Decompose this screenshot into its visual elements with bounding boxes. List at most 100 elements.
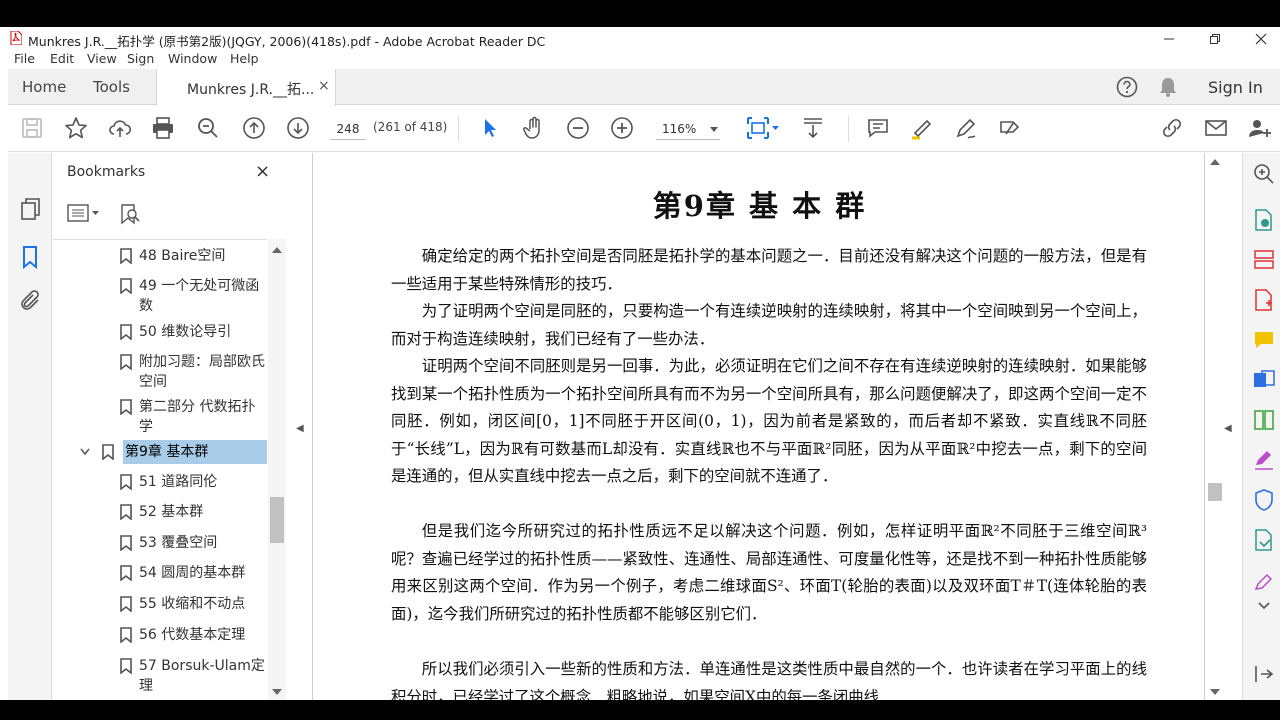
bookmark-flag-icon <box>102 444 114 460</box>
comment-icon[interactable] <box>866 116 890 140</box>
sign-in-button[interactable]: Sign In <box>1208 78 1263 97</box>
fill-sign-icon[interactable] <box>998 116 1022 140</box>
save-icon[interactable] <box>20 116 44 140</box>
bookmark-options-icon[interactable] <box>67 203 101 223</box>
toolbar: 248 (261 of 418) 116% <box>8 106 1280 152</box>
window-title: Munkres J.R.__拓扑学 (原书第2版)(JQGY, 2006)(41… <box>28 34 546 49</box>
chevron-down-icon[interactable] <box>1253 601 1275 611</box>
zoom-level-select[interactable]: 116% <box>656 118 720 140</box>
bookmark-flag-icon <box>120 474 132 490</box>
email-icon[interactable] <box>1204 116 1228 140</box>
scroll-up-icon[interactable] <box>1210 159 1220 165</box>
page-thumbnails-icon[interactable] <box>18 197 42 221</box>
page-number-input[interactable]: 248 <box>330 118 366 140</box>
bookmark-flag-icon <box>120 248 132 264</box>
pdf-page: 第9章 基 本 群 确定给定的两个拓扑空间是否同胚是拓扑学的基本问题之一．目前还… <box>312 153 1205 700</box>
bookmark-label: 附加习题：局部欧氏空间 <box>139 354 265 390</box>
restore-button[interactable] <box>1192 27 1238 50</box>
scrollbar-thumb[interactable] <box>1208 483 1222 501</box>
collapse-tools-icon[interactable] <box>1253 663 1275 685</box>
scroll-down-icon[interactable] <box>272 689 282 695</box>
left-navigation-rail <box>8 153 52 700</box>
bookmark-flag-icon <box>120 399 132 415</box>
menu-window[interactable]: Window <box>168 51 217 66</box>
minimize-button[interactable] <box>1146 27 1192 50</box>
bookmark-flag-icon <box>120 324 132 340</box>
previous-page-icon[interactable] <box>242 116 266 140</box>
chapter-title: 第9章 基 本 群 <box>652 189 867 223</box>
organize-pages-icon[interactable] <box>1253 249 1275 271</box>
bookmark-flag-icon <box>120 627 132 643</box>
document-scrollbar[interactable] <box>1206 153 1224 700</box>
bookmark-label: 48 Baire空间 <box>139 248 226 264</box>
export-pdf-icon[interactable] <box>1253 209 1275 231</box>
tab-bar: Home Tools Munkres J.R.__拓... × Sign In <box>8 69 1280 106</box>
print-icon[interactable] <box>151 116 175 140</box>
chevron-down-icon[interactable] <box>80 448 90 456</box>
bookmark-label: 57 Borsuk-Ulam定理 <box>139 658 265 694</box>
menu-edit[interactable]: Edit <box>50 51 74 66</box>
add-user-icon[interactable] <box>1248 116 1272 140</box>
fill-sign-tool-icon[interactable] <box>1253 449 1275 471</box>
select-cursor-icon[interactable] <box>478 116 502 140</box>
collapse-left-panel-icon[interactable]: ◀ <box>296 423 304 434</box>
share-link-icon[interactable] <box>1160 116 1184 140</box>
tab-document[interactable]: Munkres J.R.__拓... × <box>156 69 336 106</box>
scrollbar-thumb[interactable] <box>270 497 284 543</box>
combine-files-icon[interactable] <box>1253 369 1275 391</box>
protect-shield-icon[interactable] <box>1253 489 1275 511</box>
toolbar-divider <box>458 116 459 142</box>
hand-tool-icon[interactable] <box>522 116 546 140</box>
bookmarks-panel-icon[interactable] <box>18 245 42 269</box>
bookmark-label: 50 维数论导引 <box>139 324 232 340</box>
document-viewport[interactable]: ◀ 第9章 基 本 群 确定给定的两个拓扑空间是否同胚是拓扑学的基本问题之一．目… <box>288 153 1242 700</box>
right-tools-rail <box>1242 153 1280 700</box>
paragraph: 但是我们迄今所研究过的拓扑性质远不足以解决这个问题．例如，怎样证明平面ℝ²不同胚… <box>391 522 1147 623</box>
acrobat-window: Munkres J.R.__拓扑学 (原书第2版)(JQGY, 2006)(41… <box>0 27 1280 700</box>
bookmark-flag-icon <box>120 565 132 581</box>
tab-tools[interactable]: Tools <box>93 78 130 96</box>
scroll-down-icon[interactable] <box>1210 689 1220 695</box>
scroll-mode-icon[interactable] <box>801 116 825 140</box>
bookmark-star-icon[interactable] <box>64 116 88 140</box>
find-bookmark-icon[interactable] <box>119 203 141 225</box>
bookmark-label: 52 基本群 <box>139 504 204 520</box>
highlight-pen-icon[interactable] <box>910 116 934 140</box>
zoom-icon[interactable] <box>1253 163 1275 185</box>
compare-files-icon[interactable] <box>1253 409 1275 431</box>
create-pdf-icon[interactable] <box>1253 289 1275 311</box>
bookmarks-scrollbar[interactable] <box>268 239 286 700</box>
help-icon[interactable] <box>1116 76 1138 98</box>
attachments-paperclip-icon[interactable] <box>18 289 42 313</box>
draw-pen-icon[interactable] <box>954 116 978 140</box>
comment-tool-icon[interactable] <box>1253 329 1275 351</box>
send-for-review-icon[interactable] <box>1253 529 1275 551</box>
close-window-button[interactable] <box>1238 27 1280 50</box>
menu-view[interactable]: View <box>87 51 117 66</box>
scroll-up-icon[interactable] <box>272 247 282 253</box>
tab-home[interactable]: Home <box>22 78 66 96</box>
close-tab-icon[interactable]: × <box>318 78 330 94</box>
paragraph: 为了证明两个空间是同胚的，只要构造一个有连续逆映射的连续映射，将其中一个空间映到… <box>391 302 1147 348</box>
menu-help[interactable]: Help <box>230 51 259 66</box>
collapse-right-panel-icon[interactable]: ◀ <box>1224 423 1232 434</box>
zoom-level-value: 116% <box>662 122 697 136</box>
zoom-out-icon[interactable] <box>566 116 590 140</box>
tab-document-label: Munkres J.R.__拓... <box>187 82 315 98</box>
bookmark-label: 55 收缩和不动点 <box>139 596 246 612</box>
more-tools-pen-icon[interactable] <box>1253 571 1275 593</box>
menu-sign[interactable]: Sign <box>127 51 154 66</box>
next-page-icon[interactable] <box>286 116 310 140</box>
paragraph: 所以我们必须引入一些新的性质和方法．单连通性是这类性质中最自然的一个．也许读者在… <box>391 660 1147 700</box>
zoom-in-icon[interactable] <box>610 116 634 140</box>
page-display-fit-icon[interactable] <box>746 116 780 140</box>
upload-cloud-icon[interactable] <box>108 116 132 140</box>
notifications-bell-icon[interactable] <box>1158 76 1178 98</box>
zoom-search-icon[interactable] <box>196 116 220 140</box>
close-bookmarks-icon[interactable]: × <box>255 161 270 182</box>
menu-file[interactable]: File <box>14 51 35 66</box>
menu-bar: File Edit View Sign Window Help <box>0 50 1280 68</box>
page-count: (261 of 418) <box>373 120 448 134</box>
bookmark-label: 53 覆叠空间 <box>139 535 218 551</box>
bookmark-label: 54 圆周的基本群 <box>139 565 246 581</box>
